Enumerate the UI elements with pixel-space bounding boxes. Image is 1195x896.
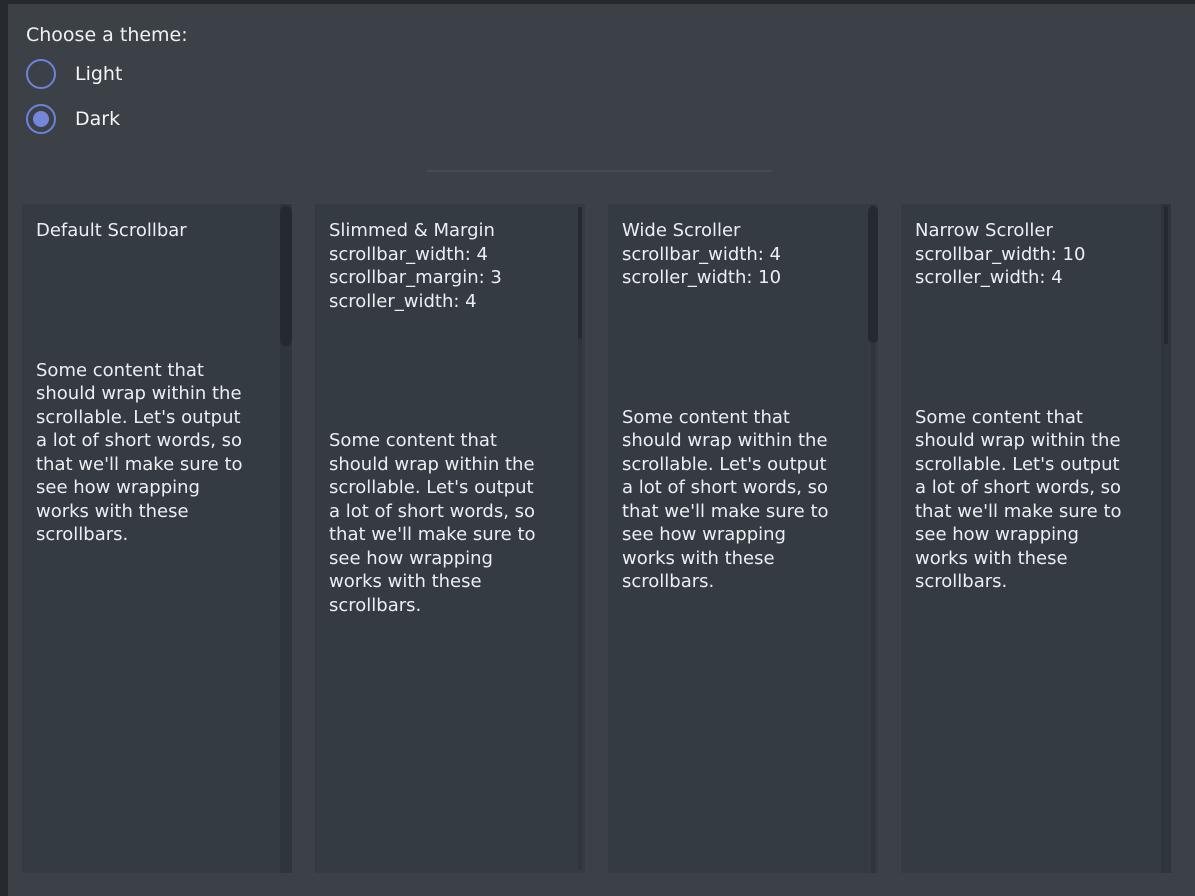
- theme-chooser-title: Choose a theme:: [26, 22, 188, 49]
- panel-header: Slimmed & Margin scrollbar_width: 4 scro…: [329, 219, 571, 313]
- panel-body: Some content that should wrap within the…: [329, 429, 571, 617]
- scrollbar-thumb[interactable]: [578, 207, 582, 339]
- scroll-panel-wide-scroller[interactable]: Wide Scroller scrollbar_width: 4 scrolle…: [608, 204, 878, 873]
- panel-body: Some content that should wrap within the…: [36, 359, 278, 547]
- radio-dot-icon: [33, 111, 49, 127]
- theme-option-dark[interactable]: Dark: [26, 104, 188, 134]
- theme-option-light-label: Light: [75, 63, 122, 85]
- theme-option-dark-label: Dark: [75, 108, 120, 130]
- panel-body: Some content that should wrap within the…: [915, 406, 1157, 594]
- panel-body: Some content that should wrap within the…: [622, 406, 864, 594]
- panel-header: Wide Scroller scrollbar_width: 4 scrolle…: [622, 219, 864, 290]
- theme-option-light[interactable]: Light: [26, 59, 188, 89]
- radio-selected-icon[interactable]: [26, 104, 56, 134]
- app-window: Choose a theme: Light Dark Default Scrol…: [0, 0, 1195, 896]
- theme-chooser: Choose a theme: Light Dark: [26, 22, 188, 134]
- scroll-panel-slimmed-margin[interactable]: Slimmed & Margin scrollbar_width: 4 scro…: [315, 204, 585, 873]
- radio-unselected-icon[interactable]: [26, 59, 56, 89]
- panel-header: Default Scrollbar: [36, 219, 278, 243]
- scrollbar-thumb[interactable]: [868, 206, 878, 343]
- panels-row: Default Scrollbar Some content that shou…: [22, 204, 1171, 873]
- scrollbar-thumb[interactable]: [1164, 206, 1168, 344]
- scroll-panel-narrow-scroller[interactable]: Narrow Scroller scrollbar_width: 10 scro…: [901, 204, 1171, 873]
- panel-header: Narrow Scroller scrollbar_width: 10 scro…: [915, 219, 1157, 290]
- divider: [427, 170, 772, 172]
- scrollbar-thumb[interactable]: [280, 206, 292, 346]
- scroll-panel-default[interactable]: Default Scrollbar Some content that shou…: [22, 204, 292, 873]
